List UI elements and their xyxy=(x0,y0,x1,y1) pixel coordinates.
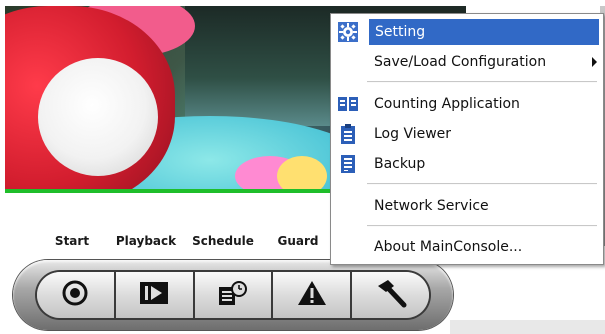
menu-item-network-service[interactable]: Network Service xyxy=(333,192,601,220)
schedule-icon xyxy=(217,279,249,311)
menu-item-counting-application[interactable]: Counting Application xyxy=(333,90,601,118)
schedule-label: Schedule xyxy=(192,234,254,248)
playback-button[interactable] xyxy=(116,272,195,318)
video-yellow-blob xyxy=(277,156,327,189)
video-background xyxy=(185,6,336,126)
menu-item-counting-label: Counting Application xyxy=(374,96,520,112)
video-preview xyxy=(5,6,336,193)
menu-item-log-viewer[interactable]: Log Viewer xyxy=(333,120,601,148)
guard-label: Guard xyxy=(277,234,319,248)
menu-item-save-load-label: Save/Load Configuration xyxy=(374,54,547,70)
menu-separator xyxy=(367,81,597,83)
control-button-group xyxy=(37,272,429,318)
menu-item-backup-label: Backup xyxy=(374,156,426,172)
warning-icon xyxy=(297,280,327,310)
playback-icon xyxy=(139,281,169,309)
menu-separator xyxy=(367,225,597,227)
guard-button[interactable] xyxy=(273,272,353,318)
menu-item-save-load-configuration[interactable]: Save/Load Configuration xyxy=(333,48,601,76)
context-menu: Setting Save/Load Configuration Counting… xyxy=(330,13,604,265)
start-label: Start xyxy=(54,234,90,248)
playback-label: Playback xyxy=(115,234,177,248)
submenu-arrow-icon xyxy=(592,57,597,67)
counting-icon xyxy=(338,94,358,114)
hammer-icon xyxy=(374,278,408,312)
menu-item-about-label: About MainConsole... xyxy=(374,239,523,255)
log-icon xyxy=(338,124,358,144)
backup-icon xyxy=(338,154,358,174)
video-white-shape xyxy=(38,58,158,176)
record-icon xyxy=(62,280,88,310)
bottom-strip xyxy=(450,320,605,334)
menu-item-setting[interactable]: Setting xyxy=(333,18,601,46)
menu-item-setting-label: Setting xyxy=(369,19,599,45)
start-button[interactable] xyxy=(37,272,116,318)
menu-item-about[interactable]: About MainConsole... xyxy=(333,233,601,261)
tools-button[interactable] xyxy=(352,272,429,318)
control-bar xyxy=(13,260,453,330)
menu-separator xyxy=(367,183,597,185)
menu-item-log-viewer-label: Log Viewer xyxy=(374,126,452,142)
schedule-button[interactable] xyxy=(195,272,274,318)
gear-icon xyxy=(338,22,358,42)
menu-item-network-service-label: Network Service xyxy=(374,198,489,214)
menu-item-backup[interactable]: Backup xyxy=(333,150,601,178)
